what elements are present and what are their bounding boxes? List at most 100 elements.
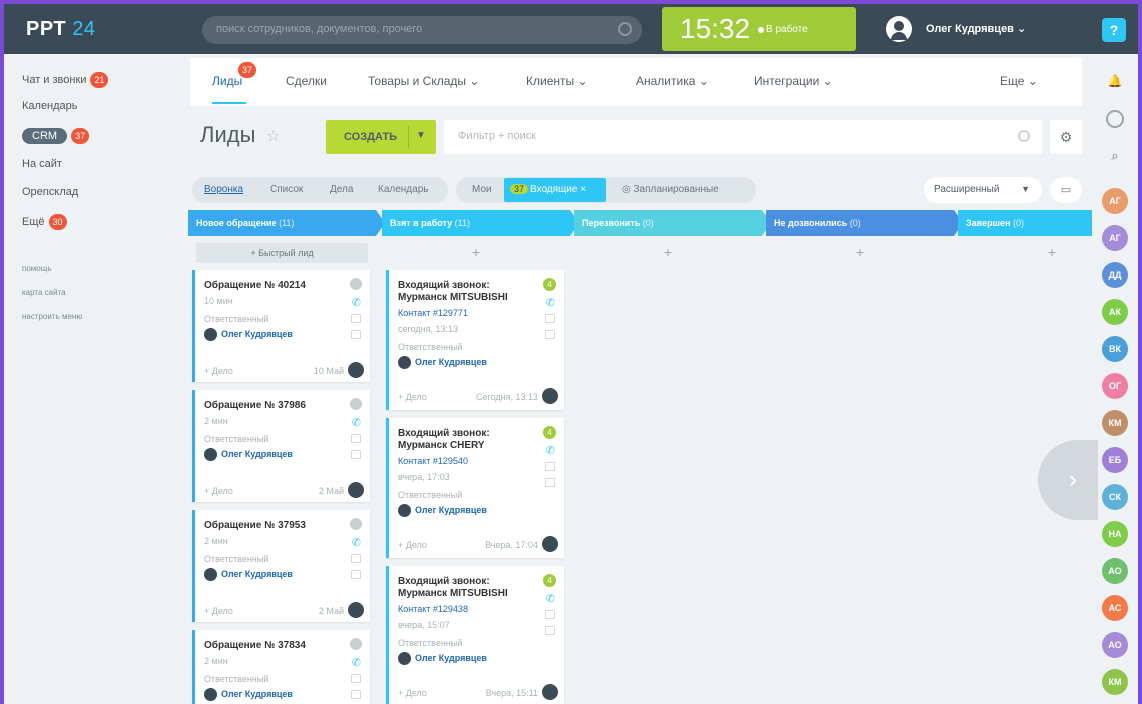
tab-leads[interactable]: Лиды — [212, 74, 242, 88]
add-activity-link[interactable]: + Дело — [204, 366, 233, 376]
card-owner[interactable]: Олег Кудрявцев — [398, 504, 487, 517]
card-owner[interactable]: Олег Кудрявцев — [398, 652, 487, 665]
card-title[interactable]: Обращение № 37834 — [204, 640, 344, 652]
view-deals[interactable]: Дела — [330, 184, 353, 195]
search-icon[interactable]: ⌕ — [1106, 148, 1124, 166]
search-input[interactable]: поиск сотрудников, документов, прочего — [202, 16, 642, 44]
card-title[interactable]: Входящий звонок: Мурманск MITSUBISHI — [398, 280, 538, 304]
stage-header[interactable]: Взят в работу (11) — [382, 210, 579, 236]
responsible-avatar[interactable] — [348, 362, 364, 378]
menu-item-chat[interactable]: Чат и звонки 21 — [22, 72, 109, 88]
user-avatar[interactable] — [886, 16, 912, 42]
create-dropdown-icon[interactable]: ▼ — [416, 130, 426, 141]
filter-search-input[interactable]: Фильтр + поиск — [444, 120, 1042, 154]
phone-icon[interactable]: ✆ — [546, 296, 555, 309]
phone-icon[interactable]: ✆ — [352, 656, 361, 669]
email-icon[interactable] — [351, 674, 361, 683]
add-activity-link[interactable]: + Дело — [204, 486, 233, 496]
card-title[interactable]: Входящий звонок: Мурманск CHERY — [398, 428, 538, 452]
card-owner[interactable]: Олег Кудрявцев — [204, 568, 293, 581]
filter-planned[interactable]: ◎ Запланированные — [622, 184, 719, 195]
contact-link[interactable]: Контакт #129771 — [398, 308, 468, 318]
email-icon[interactable] — [351, 314, 361, 323]
user-menu[interactable]: Олег Кудрявцев ⌄ — [926, 22, 1026, 35]
tab-analytics[interactable]: Аналитика ⌄ — [636, 74, 709, 88]
help-button[interactable]: ? — [1102, 18, 1126, 42]
responsible-avatar[interactable] — [542, 388, 558, 404]
stage-header[interactable]: Не дозвонились (0) — [766, 210, 963, 236]
contact-avatar[interactable]: ДД — [1102, 262, 1128, 288]
notifications-bell-icon[interactable]: 🔔 — [1106, 74, 1124, 92]
add-activity-link[interactable]: + Дело — [398, 540, 427, 550]
menu-item-warehouse[interactable]: Openсклад — [22, 186, 78, 198]
lead-card[interactable]: Обращение № 40214 ✆ 10 мин Ответственный Оле… — [192, 270, 370, 382]
email-icon[interactable] — [351, 554, 361, 563]
view-icon[interactable] — [350, 278, 362, 290]
lead-card[interactable]: Обращение № 37953 ✆ 2 мин Ответственный Олег… — [192, 510, 370, 622]
contact-avatar[interactable]: АО — [1102, 632, 1128, 658]
contact-avatar[interactable]: АС — [1102, 595, 1128, 621]
logo[interactable]: РРТ 24 — [26, 18, 95, 41]
tab-more[interactable]: Еще ⌄ — [1000, 74, 1038, 88]
email-icon[interactable] — [545, 610, 555, 619]
menu-item-calendar[interactable]: Календарь — [22, 100, 78, 112]
card-title[interactable]: Входящий звонок: Мурманск MITSUBISHI — [398, 576, 538, 600]
tab-clients[interactable]: Клиенты ⌄ — [526, 74, 588, 88]
create-button[interactable]: СОЗДАТЬ ▼ — [326, 120, 436, 154]
menu-item-crm[interactable]: CRM 37 — [22, 128, 90, 145]
card-owner[interactable]: Олег Кудрявцев — [398, 356, 487, 369]
tab-integrations[interactable]: Интеграции ⌄ — [754, 74, 833, 88]
contact-avatar[interactable]: СК — [1102, 484, 1128, 510]
card-owner[interactable]: Олег Кудрявцев — [204, 448, 293, 461]
add-plus-icon[interactable]: + — [766, 244, 954, 260]
tab-deals[interactable]: Сделки — [286, 74, 327, 88]
email-icon[interactable] — [545, 462, 555, 471]
chat-icon[interactable] — [351, 450, 361, 459]
card-owner[interactable]: Олег Кудрявцев — [204, 328, 293, 341]
phone-icon[interactable]: ✆ — [546, 444, 555, 457]
email-icon[interactable] — [545, 314, 555, 323]
add-plus-icon[interactable]: + — [574, 244, 762, 260]
tab-goods[interactable]: Товары и Склады ⌄ — [368, 74, 479, 88]
stage-header[interactable]: Перезвонить (0) — [574, 210, 771, 236]
settings-gear-icon[interactable]: ⚙ — [1050, 120, 1082, 154]
email-icon[interactable] — [351, 434, 361, 443]
responsible-avatar[interactable] — [542, 536, 558, 552]
contact-avatar[interactable]: КМ — [1102, 669, 1128, 695]
lead-card[interactable]: Входящий звонок: Мурманск MITSUBISHI 4 ✆ Ко… — [386, 566, 564, 704]
contact-avatar[interactable]: АК — [1102, 299, 1128, 325]
lead-card[interactable]: Входящий звонок: Мурманск MITSUBISHI 4 ✆ Ко… — [386, 270, 564, 410]
chat-icon[interactable] — [545, 330, 555, 339]
phone-icon[interactable]: ✆ — [352, 536, 361, 549]
chat-icon[interactable] — [351, 330, 361, 339]
add-activity-link[interactable]: + Дело — [398, 688, 427, 698]
view-icon[interactable] — [350, 638, 362, 650]
menu-item-site[interactable]: На сайт — [22, 158, 62, 170]
add-activity-link[interactable]: + Дело — [398, 392, 427, 402]
search-history-icon[interactable] — [1106, 110, 1124, 128]
menu-link-configure[interactable]: настроить меню — [22, 312, 82, 321]
filter-my[interactable]: Мои — [472, 184, 492, 195]
contact-avatar[interactable]: АГ — [1102, 225, 1128, 251]
lead-card[interactable]: Обращение № 37986 ✆ 2 мин Ответственный Олег… — [192, 390, 370, 502]
contact-avatar[interactable]: ОГ — [1102, 373, 1128, 399]
add-plus-icon[interactable]: + — [382, 244, 570, 260]
export-icon[interactable]: ▭ — [1050, 177, 1082, 203]
view-list[interactable]: Список — [270, 184, 303, 195]
contact-avatar[interactable]: ЕБ — [1102, 447, 1128, 473]
chat-icon[interactable] — [545, 478, 555, 487]
contact-avatar[interactable]: ВК — [1102, 336, 1128, 362]
chat-icon[interactable] — [351, 690, 361, 699]
view-icon[interactable] — [350, 398, 362, 410]
stage-header[interactable]: Новое обращение (11) — [188, 210, 385, 236]
menu-link-sitemap[interactable]: карта сайта — [22, 288, 66, 297]
contact-link[interactable]: Контакт #129438 — [398, 604, 468, 614]
add-activity-link[interactable]: + Дело — [204, 606, 233, 616]
chat-icon[interactable] — [545, 626, 555, 635]
extended-dropdown[interactable]: Расширенный ▼ — [924, 177, 1042, 203]
search-icon[interactable] — [618, 22, 632, 36]
menu-link-help[interactable]: помощь — [22, 264, 51, 273]
phone-icon[interactable]: ✆ — [352, 296, 361, 309]
responsible-avatar[interactable] — [348, 602, 364, 618]
worktime-widget[interactable]: 15:32 В работе — [662, 7, 856, 51]
